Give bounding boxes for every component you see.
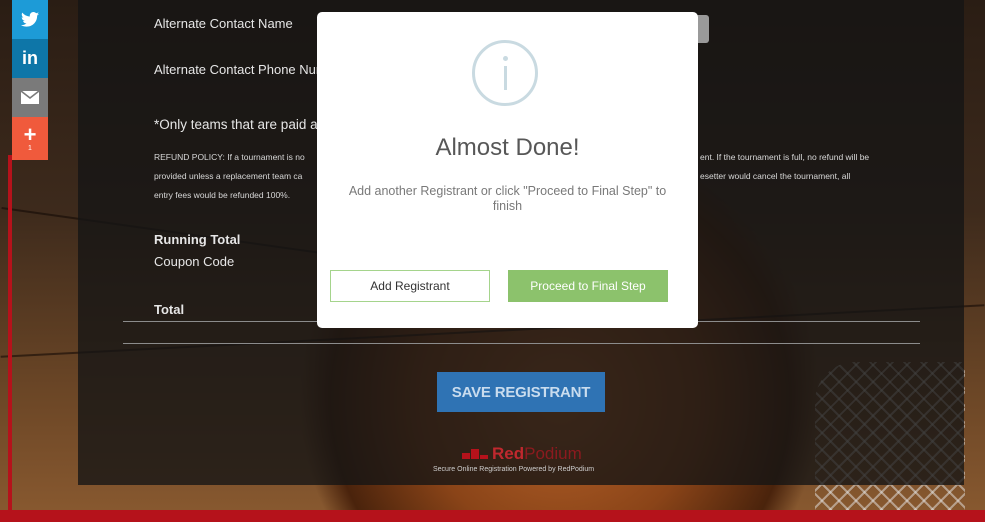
refund-policy-text: ent. If the tournament is full, no refun… <box>700 152 870 162</box>
coupon-code-label: Coupon Code <box>154 254 235 269</box>
footer-tagline: Secure Online Registration Powered by Re… <box>433 466 595 473</box>
total-label: Total <box>154 302 185 317</box>
plus-icon: + <box>23 121 37 147</box>
brand-name-part1: Red <box>492 444 525 463</box>
brand-name-part2: Podium <box>524 444 582 463</box>
twitter-icon <box>21 12 39 27</box>
podium-icon <box>462 449 490 459</box>
paid-note: *Only teams that are paid anc <box>154 117 332 132</box>
proceed-to-final-step-button[interactable]: Proceed to Final Step <box>508 270 668 302</box>
more-share-button[interactable]: + 1 <box>12 117 48 160</box>
alt-contact-name-input[interactable] <box>697 15 709 43</box>
alt-contact-phone-label: Alternate Contact Phone Nur <box>154 62 321 77</box>
save-registrant-button[interactable]: SAVE REGISTRANT <box>437 372 605 412</box>
add-registrant-button[interactable]: Add Registrant <box>330 270 490 302</box>
refund-policy-text: provided unless a replacement team ca <box>154 171 303 181</box>
email-icon <box>21 91 39 104</box>
modal-title: Almost Done! <box>435 134 580 161</box>
email-share-button[interactable] <box>12 78 48 117</box>
twitter-share-button[interactable] <box>12 0 48 39</box>
running-total-label: Running Total <box>154 232 241 247</box>
linkedin-icon: in <box>22 48 38 68</box>
refund-policy-text: entry fees would be refunded 100%. <box>154 190 291 200</box>
red-border <box>0 510 985 522</box>
linkedin-share-button[interactable]: in <box>12 39 48 78</box>
divider <box>123 343 920 344</box>
almost-done-modal: Almost Done! Add another Registrant or c… <box>317 12 698 328</box>
refund-policy-text: esetter would cancel the tournament, all <box>700 171 851 181</box>
info-icon <box>472 40 538 106</box>
refund-policy-text: REFUND POLICY: If a tournament is no <box>154 152 305 162</box>
red-border <box>8 155 12 522</box>
alt-contact-name-label: Alternate Contact Name <box>154 16 293 31</box>
social-share-bar: in + 1 <box>12 0 48 160</box>
modal-message: Add another Registrant or click "Proceed… <box>348 184 667 213</box>
share-count: 1 <box>28 144 32 152</box>
redpodium-logo: Red Podium <box>462 444 582 464</box>
